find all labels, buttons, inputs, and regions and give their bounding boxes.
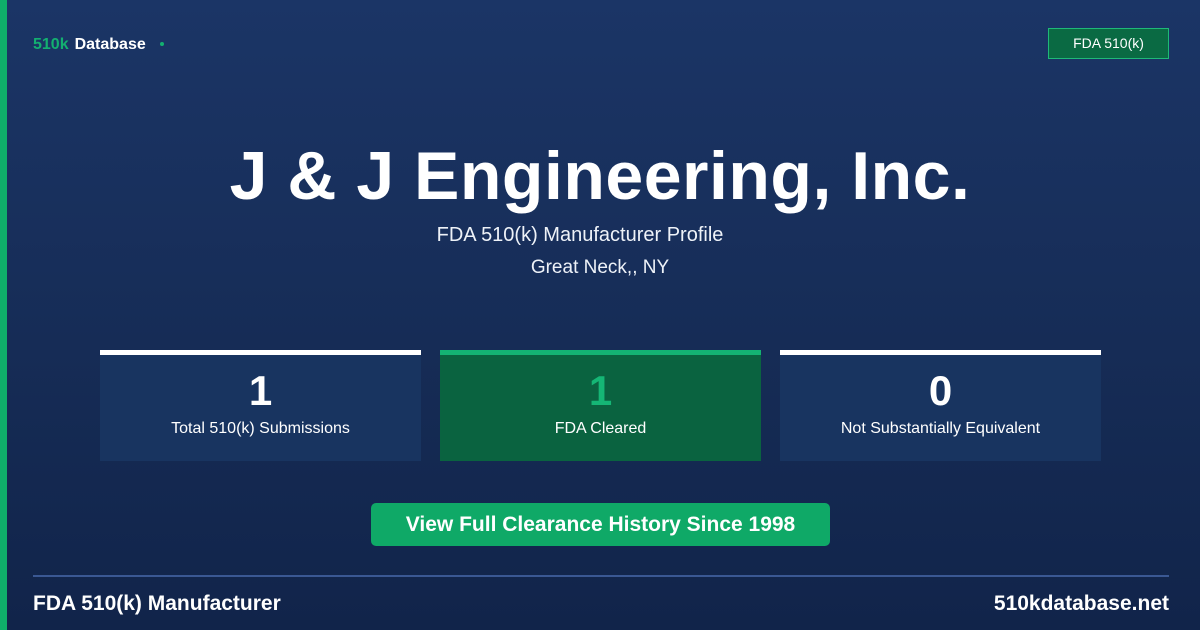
stat-nse-label: Not Substantially Equivalent [840,420,1041,437]
footer-category-label: FDA 510(k) Manufacturer [33,592,281,615]
stat-fda-cleared-label: FDA Cleared [554,420,647,437]
stat-not-substantially-equivalent: 0 Not Substantially Equivalent [780,350,1101,461]
stat-total-submissions-label: Total 510(k) Submissions [171,420,350,437]
left-accent-bar [0,0,7,630]
fda-510k-badge: FDA 510(k) [1048,28,1169,59]
share-card: 510k Database FDA 510(k) J & J Engineeri… [0,0,1200,630]
brand-name-text: Database [74,36,146,53]
footer-site-link[interactable]: 510kdatabase.net [994,591,1169,617]
stat-nse-value: 0 [928,367,953,414]
stat-fda-cleared-value: 1 [588,367,613,414]
company-name: J & J Engineering, Inc. [229,138,971,214]
brand-logo[interactable]: 510k Database [33,36,164,54]
brand-dot-icon [159,42,164,46]
profile-subtitle: FDA 510(k) Manufacturer Profile [436,224,724,246]
view-clearance-history-button[interactable]: View Full Clearance History Since 1998 [371,503,830,546]
stat-fda-cleared: 1 FDA Cleared [440,350,761,461]
company-location: Great Neck,, NY [530,257,670,278]
stat-total-submissions: 1 Total 510(k) Submissions [100,350,421,461]
brand-accent-text: 510k [33,36,69,53]
stat-total-submissions-value: 1 [248,367,273,414]
footer-divider [33,575,1169,577]
